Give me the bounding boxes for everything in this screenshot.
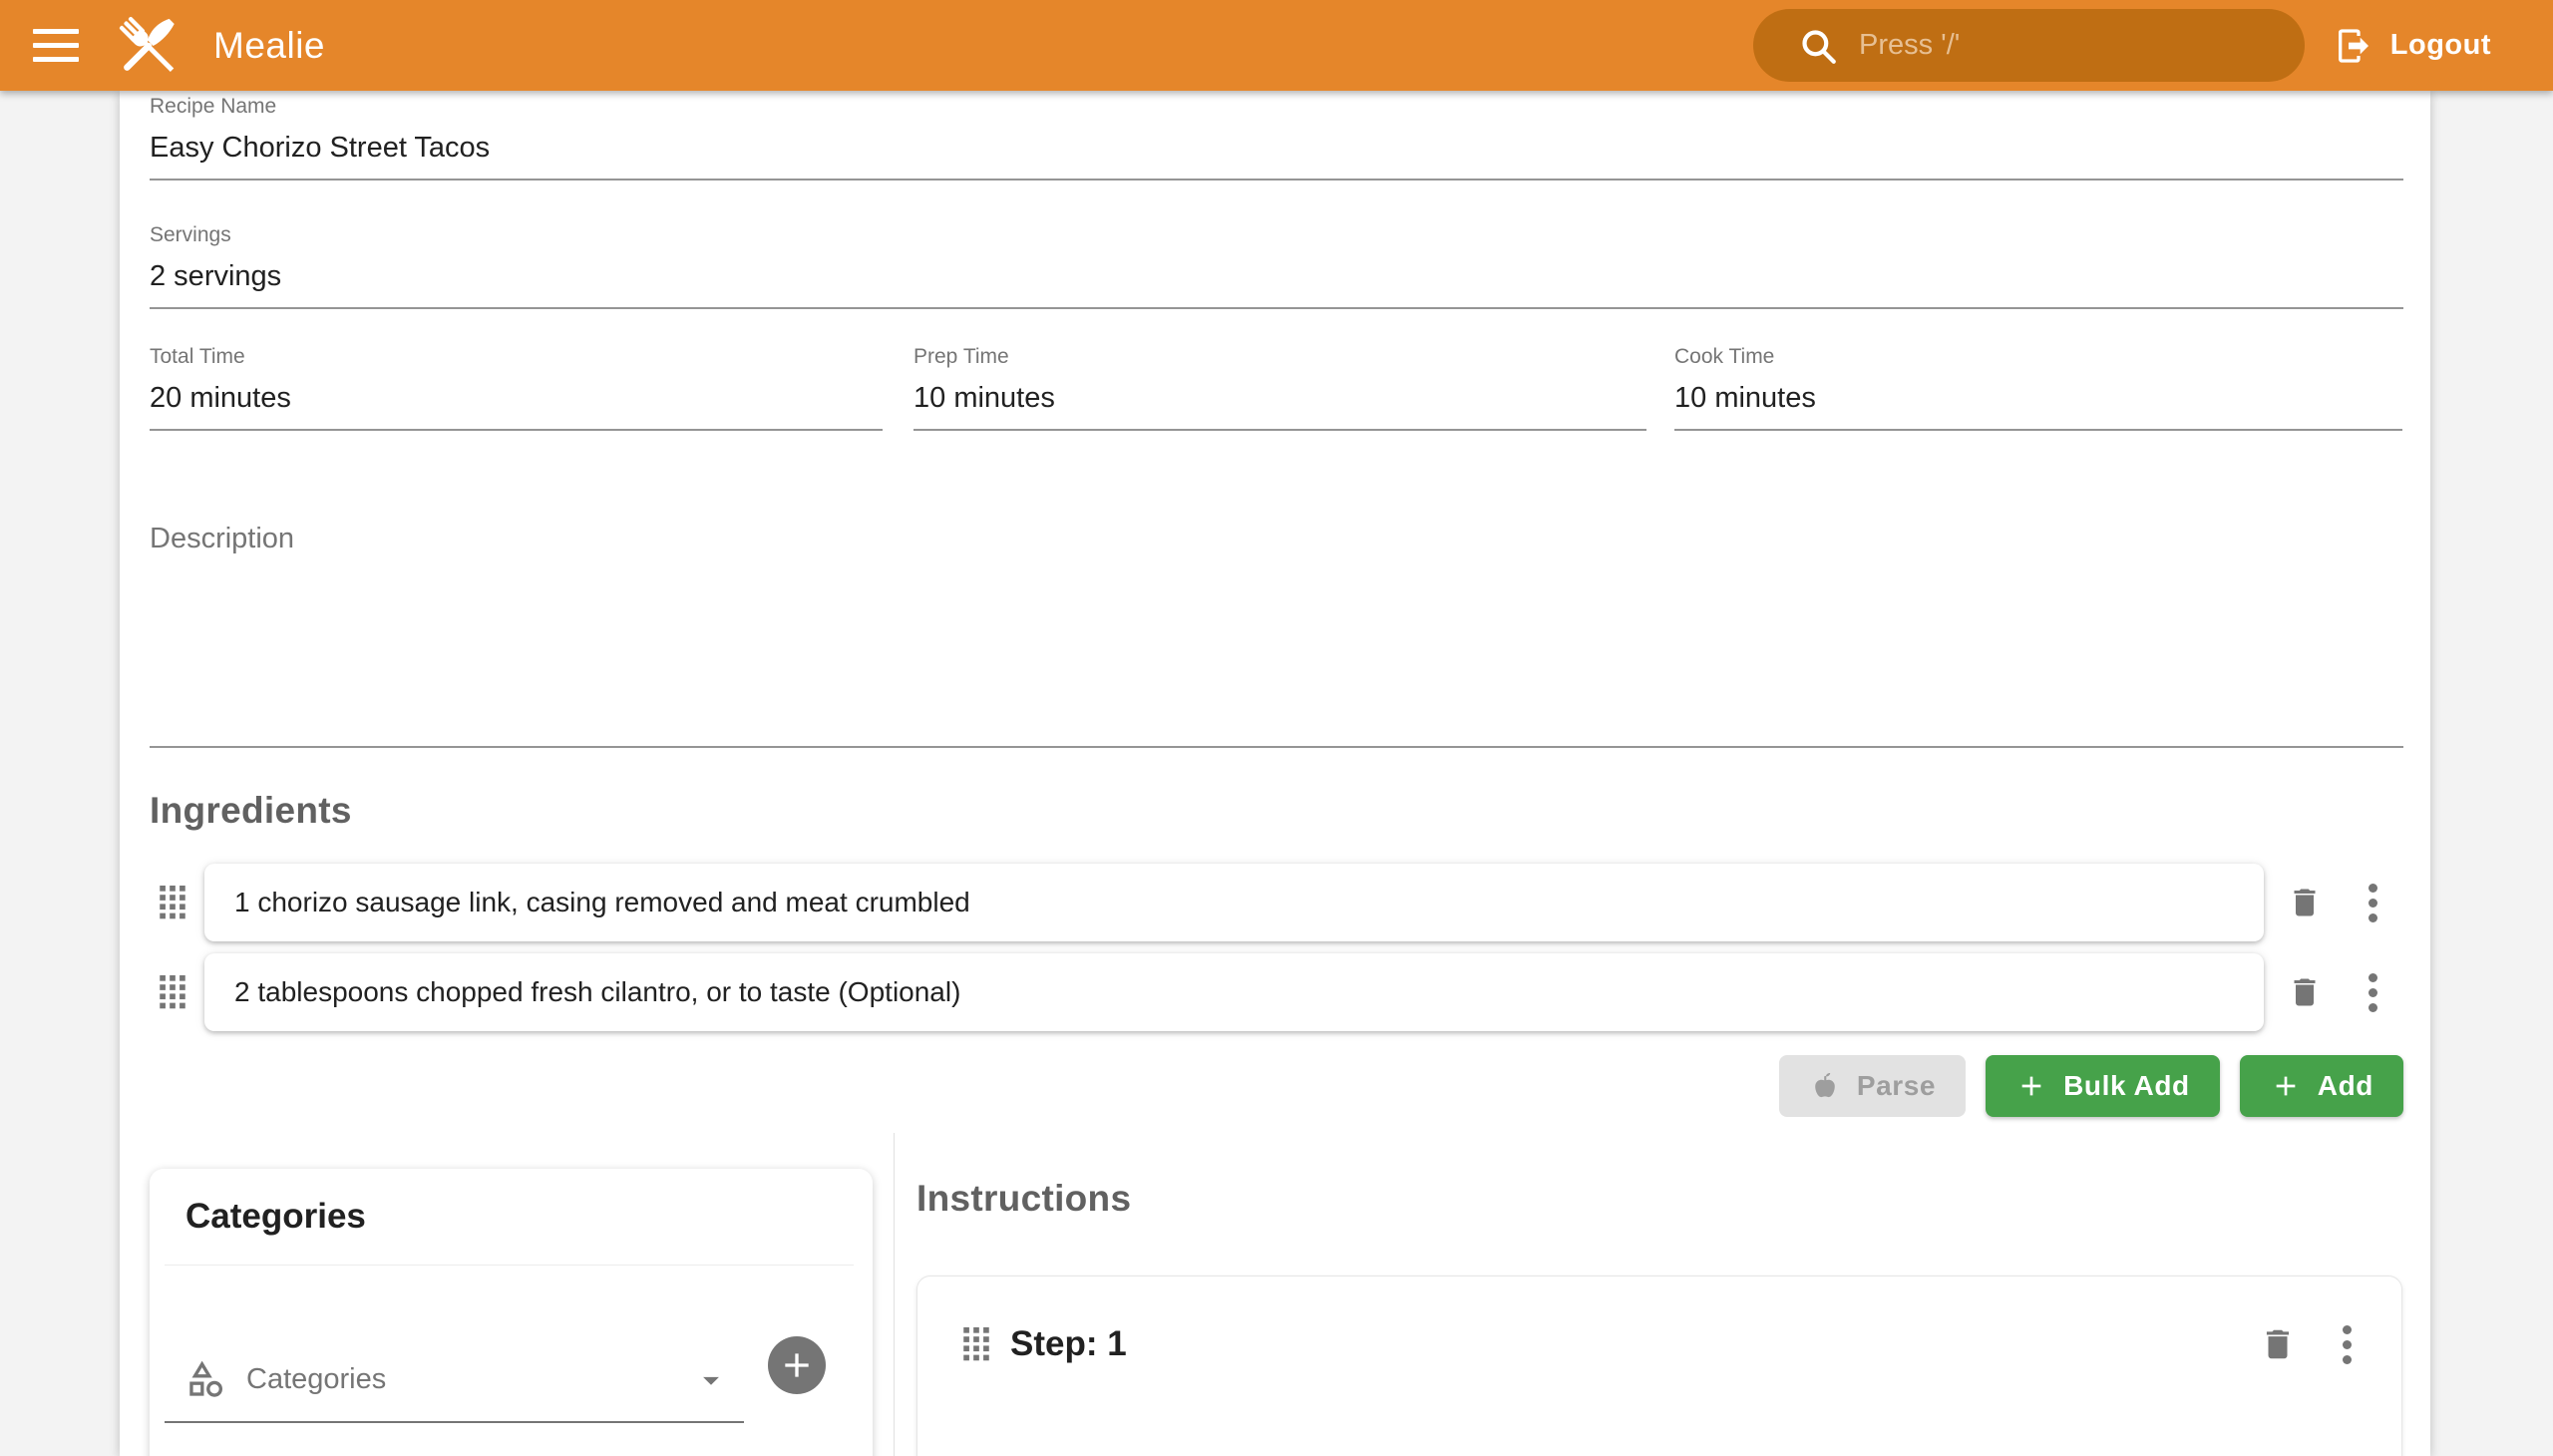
recipe-name-value[interactable]: Easy Chorizo Street Tacos xyxy=(150,131,2403,166)
kebab-icon xyxy=(2369,884,2377,922)
categories-title: Categories xyxy=(185,1197,873,1237)
drag-handle-icon[interactable] xyxy=(160,886,185,919)
cook-time-label: Cook Time xyxy=(1674,345,2402,369)
recipe-name-label: Recipe Name xyxy=(150,95,2403,119)
ingredient-input[interactable]: 1 chorizo sausage link, casing removed a… xyxy=(204,864,2264,941)
categories-select[interactable]: Categories xyxy=(165,1338,744,1423)
kebab-icon xyxy=(2343,1325,2352,1364)
add-ingredient-button[interactable]: Add xyxy=(2240,1055,2403,1117)
field-underline xyxy=(150,179,2403,181)
prep-time-value[interactable]: 10 minutes xyxy=(913,381,1646,416)
search-box[interactable] xyxy=(1753,9,2305,82)
ingredient-row: 1 chorizo sausage link, casing removed a… xyxy=(150,864,2403,941)
ingredient-menu-button[interactable] xyxy=(2369,973,2377,1012)
ingredient-text: 2 tablespoons chopped fresh cilantro, or… xyxy=(234,976,960,1008)
logout-icon xyxy=(2334,26,2373,66)
ingredient-row: 2 tablespoons chopped fresh cilantro, or… xyxy=(150,953,2403,1031)
trash-icon xyxy=(2259,1325,2297,1363)
logout-label: Logout xyxy=(2390,29,2491,62)
recipe-editor-card: Recipe Name Easy Chorizo Street Tacos Se… xyxy=(120,91,2430,1456)
total-time-field[interactable]: Total Time 20 minutes xyxy=(150,345,883,431)
add-category-button[interactable] xyxy=(768,1336,826,1394)
drag-handle-icon[interactable] xyxy=(160,975,185,1009)
bulk-add-label: Bulk Add xyxy=(2063,1070,2190,1102)
bulk-add-button[interactable]: Bulk Add xyxy=(1986,1055,2220,1117)
trash-icon xyxy=(2287,885,2323,920)
recipe-name-field[interactable]: Recipe Name Easy Chorizo Street Tacos xyxy=(150,95,2403,181)
logout-button[interactable]: Logout xyxy=(2334,0,2491,91)
chevron-down-icon[interactable] xyxy=(692,1361,730,1399)
plus-icon xyxy=(2270,1070,2302,1102)
app-title: Mealie xyxy=(213,0,325,91)
prep-time-field[interactable]: Prep Time 10 minutes xyxy=(913,345,1646,431)
ingredients-section-title: Ingredients xyxy=(150,790,352,832)
field-underline xyxy=(150,307,2403,309)
servings-value[interactable]: 2 servings xyxy=(150,259,2403,294)
field-underline xyxy=(1674,429,2402,431)
kebab-icon xyxy=(2369,973,2377,1012)
description-label: Description xyxy=(150,523,2403,555)
field-underline xyxy=(150,746,2403,748)
prep-time-label: Prep Time xyxy=(913,345,1646,369)
categories-card: Categories Categories xyxy=(150,1169,873,1456)
parse-label: Parse xyxy=(1857,1070,1936,1102)
column-divider xyxy=(894,1133,895,1456)
search-icon xyxy=(1797,25,1839,67)
search-input[interactable] xyxy=(1859,29,2277,62)
drag-handle-icon[interactable] xyxy=(963,1327,989,1361)
ingredient-menu-button[interactable] xyxy=(2369,884,2377,922)
description-field[interactable]: Description xyxy=(150,523,2403,555)
step-menu-button[interactable] xyxy=(2343,1325,2352,1364)
field-underline xyxy=(913,429,1646,431)
step-title: Step: 1 xyxy=(1010,1324,2259,1364)
instructions-section-title: Instructions xyxy=(916,1178,1131,1220)
apple-icon xyxy=(1809,1070,1841,1102)
delete-ingredient-button[interactable] xyxy=(2287,974,2323,1010)
parse-button[interactable]: Parse xyxy=(1779,1055,1966,1117)
plus-icon xyxy=(2015,1070,2047,1102)
delete-ingredient-button[interactable] xyxy=(2287,885,2323,920)
ingredient-text: 1 chorizo sausage link, casing removed a… xyxy=(234,887,970,918)
ingredient-actions: Parse Bulk Add Add xyxy=(150,1055,2403,1117)
add-label: Add xyxy=(2318,1070,2373,1102)
servings-field[interactable]: Servings 2 servings xyxy=(150,223,2403,309)
mealie-logo-silverware-icon[interactable] xyxy=(110,7,187,85)
categories-select-label: Categories xyxy=(246,1363,692,1396)
servings-label: Servings xyxy=(150,223,2403,247)
trash-icon xyxy=(2287,974,2323,1010)
app-bar: Mealie Logout xyxy=(0,0,2553,91)
cook-time-value[interactable]: 10 minutes xyxy=(1674,381,2402,416)
mealie-recipe-editor-screen: Mealie Logout Recipe Name Easy Chorizo S… xyxy=(0,0,2553,1456)
shapes-icon xyxy=(185,1359,227,1401)
delete-step-button[interactable] xyxy=(2259,1325,2297,1363)
plus-icon xyxy=(777,1345,817,1385)
field-underline xyxy=(150,429,883,431)
instruction-step-card: Step: 1 Combine crumbled chorizo and chi… xyxy=(916,1275,2402,1456)
menu-icon[interactable] xyxy=(33,22,79,68)
ingredient-input[interactable]: 2 tablespoons chopped fresh cilantro, or… xyxy=(204,953,2264,1031)
cook-time-field[interactable]: Cook Time 10 minutes xyxy=(1674,345,2402,431)
total-time-label: Total Time xyxy=(150,345,883,369)
card-divider xyxy=(165,1265,854,1266)
step-header: Step: 1 xyxy=(917,1314,2401,1374)
total-time-value[interactable]: 20 minutes xyxy=(150,381,883,416)
